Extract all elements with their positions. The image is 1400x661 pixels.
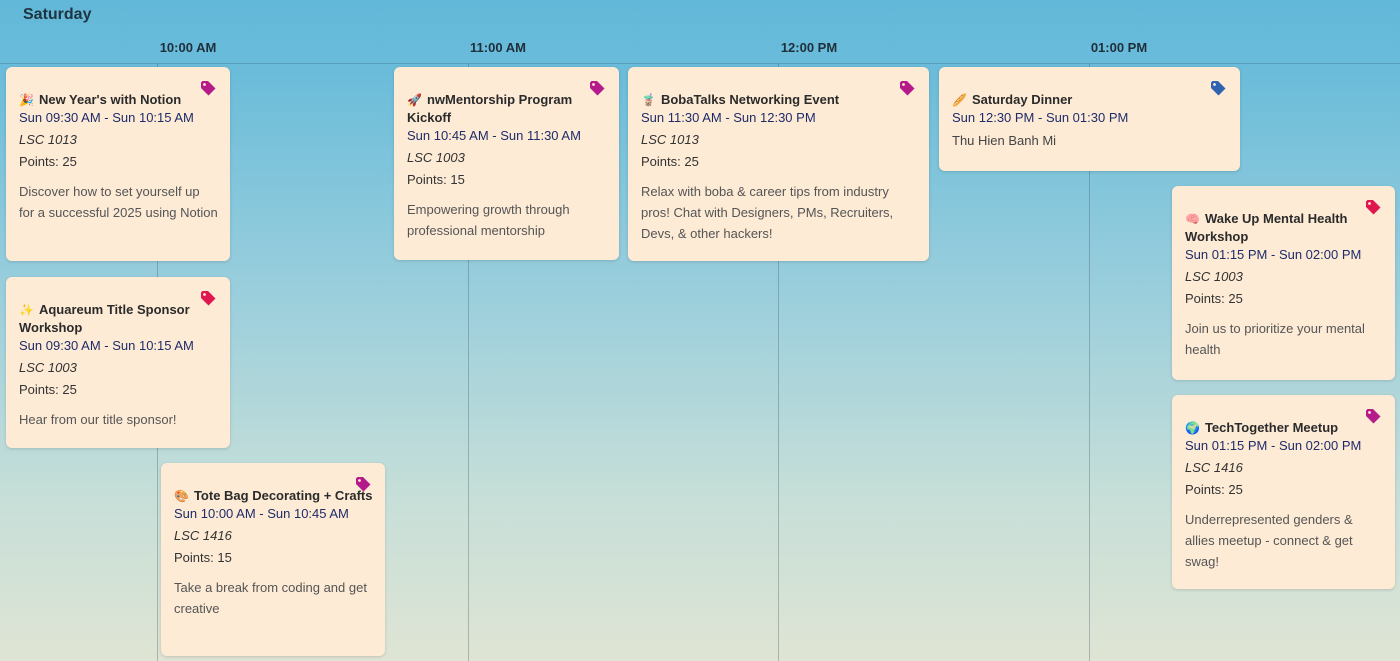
event-location-text: Thu Hien Banh Mi [952,133,1057,148]
event-title-text: Aquareum Title Sponsor Workshop [19,302,190,335]
event-card[interactable]: 🌍 TechTogether Meetup Sun 01:15 PM - Sun … [1172,395,1395,589]
timeline-label-11am: 11:00 AM [470,40,526,55]
tag-icon[interactable] [1365,199,1381,215]
event-time: Sun 11:30 AM - Sun 12:30 PM [641,110,816,125]
event-points: Points: 15 [407,172,465,187]
rocket-icon: 🚀 [407,93,422,107]
event-description: Relax with boba & career tips from indus… [641,184,894,241]
event-location: LSC 1003 [1185,269,1243,284]
event-title-text: TechTogether Meetup [1204,420,1339,435]
party-popper-icon: 🎉 [19,93,34,107]
event-title: 🎨 Tote Bag Decorating + Crafts [174,487,373,505]
event-title-text: nwMentorship Program Kickoff [407,92,573,125]
event-time: Sun 10:45 AM - Sun 11:30 AM [407,128,581,143]
event-location: LSC 1013 [641,132,699,147]
event-card[interactable]: 🚀 nwMentorship Program Kickoff Sun 10:45 … [394,67,619,260]
tag-icon[interactable] [1365,408,1381,424]
event-description: Empowering growth through professional m… [407,202,570,238]
event-location: LSC 1003 [19,360,77,375]
event-time: Sun 09:30 AM - Sun 10:15 AM [19,110,194,125]
event-title: 🧠 Wake Up Mental Health Workshop [1185,210,1383,246]
event-card[interactable]: 🥖 Saturday Dinner Sun 12:30 PM - Sun 01:3… [939,67,1240,171]
event-title: 🥖 Saturday Dinner [952,91,1228,109]
event-title-text: Tote Bag Decorating + Crafts [193,488,373,503]
event-time: Sun 01:15 PM - Sun 02:00 PM [1185,438,1362,453]
day-label: Saturday [23,6,92,23]
event-description: Join us to prioritize your mental health [1185,321,1365,357]
event-title: 🎉 New Year's with Notion [19,91,218,109]
event-title: 🚀 nwMentorship Program Kickoff [407,91,607,127]
event-title-text: Wake Up Mental Health Workshop [1185,211,1348,244]
event-location: LSC 1416 [1185,460,1243,475]
event-card[interactable]: 🧋 BobaTalks Networking Event Sun 11:30 AM… [628,67,929,261]
sparkles-icon: ✨ [19,303,34,317]
event-points: Points: 25 [641,154,699,169]
globe-icon: 🌍 [1185,421,1200,435]
event-title-text: New Year's with Notion [38,92,182,107]
event-points: Points: 25 [19,154,77,169]
event-title: 🌍 TechTogether Meetup [1185,419,1383,437]
event-time: Sun 09:30 AM - Sun 10:15 AM [19,338,194,353]
event-title: 🧋 BobaTalks Networking Event [641,91,917,109]
tag-icon[interactable] [200,80,216,96]
event-location: LSC 1003 [407,150,465,165]
event-title-text: Saturday Dinner [971,92,1073,107]
event-points: Points: 25 [1185,482,1243,497]
tag-icon[interactable] [899,80,915,96]
event-title: ✨ Aquareum Title Sponsor Workshop [19,301,218,337]
baguette-icon: 🥖 [952,93,967,107]
event-points: Points: 25 [1185,291,1243,306]
tag-icon[interactable] [589,80,605,96]
event-time: Sun 12:30 PM - Sun 01:30 PM [952,110,1129,125]
event-card[interactable]: 🎨 Tote Bag Decorating + Crafts Sun 10:00 … [161,463,385,656]
timeline-label-1pm: 01:00 PM [1090,40,1148,55]
brain-icon: 🧠 [1185,212,1200,226]
tag-icon[interactable] [200,290,216,306]
event-location: LSC 1013 [19,132,77,147]
palette-icon: 🎨 [174,489,189,503]
event-description: Take a break from coding and get creativ… [174,580,367,616]
bubble-tea-icon: 🧋 [641,93,656,107]
event-card[interactable]: ✨ Aquareum Title Sponsor Workshop Sun 09:… [6,277,230,448]
timeline-label-12pm: 12:00 PM [780,40,838,55]
event-card[interactable]: 🎉 New Year's with Notion Sun 09:30 AM - S… [6,67,230,261]
event-points: Points: 25 [19,382,77,397]
tag-icon[interactable] [355,476,371,492]
header-divider [0,63,1400,64]
event-description: Hear from our title sponsor! [19,412,177,427]
event-time: Sun 01:15 PM - Sun 02:00 PM [1185,247,1362,262]
event-time: Sun 10:00 AM - Sun 10:45 AM [174,506,349,521]
event-points: Points: 15 [174,550,232,565]
event-card[interactable]: 🧠 Wake Up Mental Health Workshop Sun 01:1… [1172,186,1395,380]
tag-icon[interactable] [1210,80,1226,96]
event-description: Underrepresented genders & allies meetup… [1185,512,1353,569]
event-location: LSC 1416 [174,528,232,543]
event-description: Discover how to set yourself up for a su… [19,184,218,220]
timeline-label-10am: 10:00 AM [159,40,217,55]
event-title-text: BobaTalks Networking Event [660,92,840,107]
